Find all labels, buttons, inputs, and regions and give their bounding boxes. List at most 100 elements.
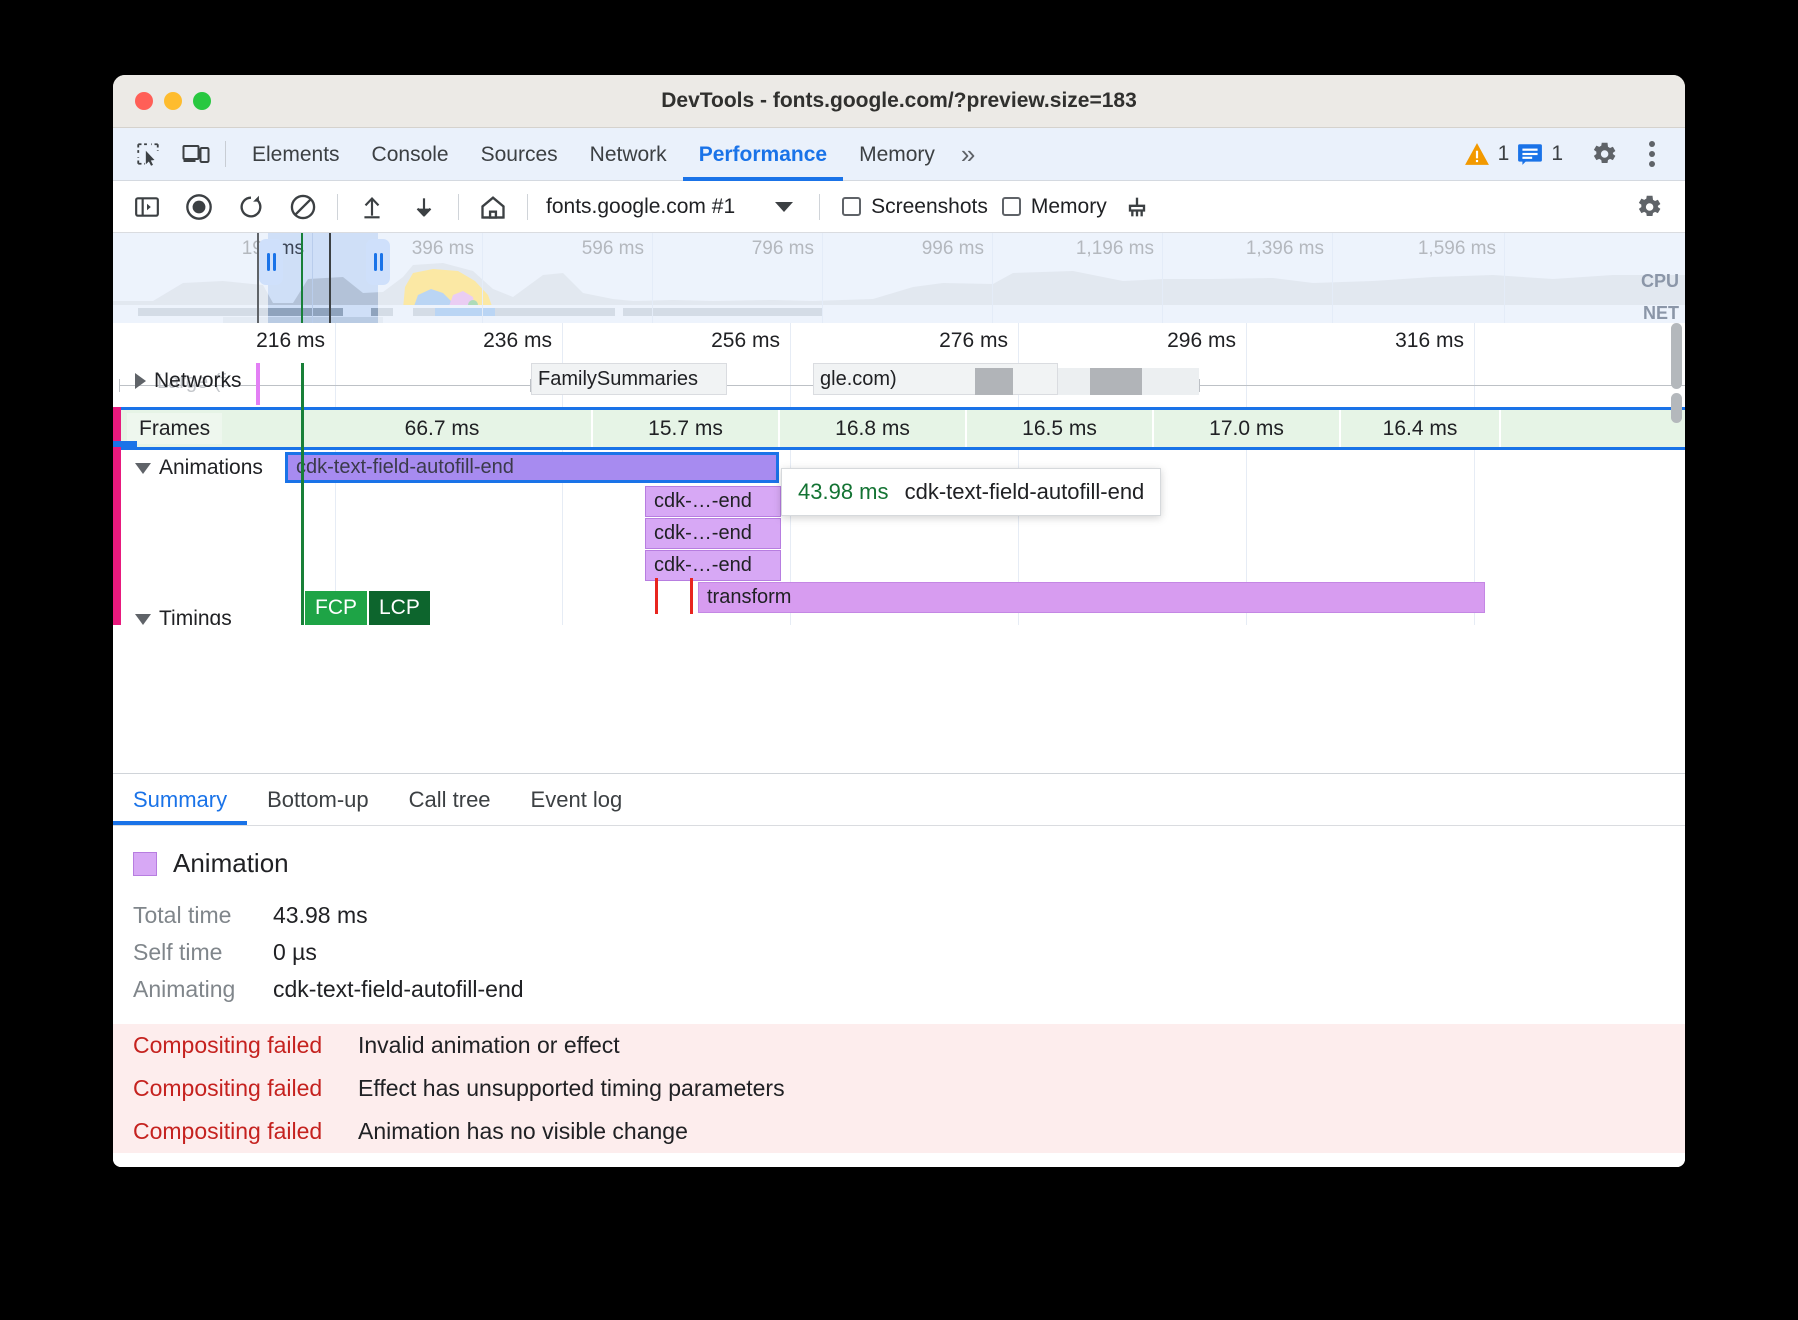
detail-key: Compositing failed	[133, 1075, 358, 1102]
toolbar-divider-4	[819, 194, 820, 220]
show-sidebar-icon[interactable]	[127, 187, 167, 227]
warning-counter[interactable]: 1	[1464, 142, 1510, 166]
flame-chart[interactable]: 216 ms 236 ms 256 ms 276 ms 296 ms 316 m…	[113, 323, 1685, 625]
inspect-element-icon[interactable]	[129, 135, 167, 173]
tooltip-event-name: cdk-text-field-autofill-end	[905, 479, 1145, 504]
track-label-network[interactable]: Large (f Networks	[135, 369, 242, 393]
capture-settings-gear-icon[interactable]	[1629, 187, 1669, 227]
detail-value: Effect has unsupported timing parameters	[358, 1075, 785, 1102]
memory-checkbox-box[interactable]	[1002, 197, 1021, 216]
track-label-animations[interactable]: Animations	[135, 456, 263, 480]
performance-toolbar: fonts.google.com #1 Screenshots Memory	[113, 181, 1685, 233]
track-network[interactable]: Large (f Networks FamilySummaries gle.co…	[113, 363, 1685, 405]
minimize-button[interactable]	[164, 92, 182, 110]
animation-bar[interactable]: cdk-…-end	[645, 550, 781, 581]
animation-bar-selected[interactable]: cdk-text-field-autofill-end	[285, 452, 779, 483]
detail-key: Self time	[133, 939, 259, 966]
frame-cell[interactable]: 16.5 ms	[967, 410, 1154, 447]
animation-bar[interactable]: cdk-…-end	[645, 518, 781, 549]
memory-checkbox[interactable]: Memory	[1002, 195, 1107, 219]
tab-performance[interactable]: Performance	[683, 128, 843, 181]
lcp-marker-badge[interactable]: LCP	[369, 591, 430, 625]
frame-cell[interactable]: 66.7 ms	[293, 410, 593, 447]
info-counter[interactable]: 1	[1517, 142, 1563, 166]
maximize-button[interactable]	[193, 92, 211, 110]
details-tab-event-log[interactable]: Event log	[511, 775, 643, 825]
frame-cell[interactable]: 16.8 ms	[780, 410, 967, 447]
fcp-marker-badge[interactable]: FCP	[305, 591, 367, 625]
transform-start-marker	[690, 578, 693, 614]
frame-cell[interactable]: 16.4 ms	[1341, 410, 1501, 447]
track-animations[interactable]: Animations cdk-text-field-autofill-end c…	[113, 447, 1685, 625]
detail-row-compositing-failed-3: Compositing failed Animation has no visi…	[113, 1110, 1685, 1153]
record-icon[interactable]	[179, 187, 219, 227]
track-label-timings[interactable]: Timings	[135, 607, 232, 625]
detail-row-total-time: Total time 43.98 ms	[113, 897, 1685, 934]
tab-network[interactable]: Network	[574, 128, 683, 181]
tab-elements[interactable]: Elements	[236, 128, 356, 181]
track-frames[interactable]: Frames 66.7 ms 15.7 ms 16.8 ms 16.5 ms 1…	[113, 407, 1685, 447]
event-type-title: Animation	[173, 848, 289, 879]
screenshots-checkbox-box[interactable]	[842, 197, 861, 216]
chevron-down-icon[interactable]	[775, 202, 793, 212]
gear-icon[interactable]	[1585, 135, 1623, 173]
network-marker-pink	[256, 363, 260, 405]
tab-sources[interactable]: Sources	[465, 128, 574, 181]
window-controls[interactable]	[135, 92, 211, 110]
animation-bar[interactable]: cdk-…-end	[645, 486, 781, 517]
toolbar-divider-3	[527, 194, 528, 220]
detail-key: Compositing failed	[133, 1118, 358, 1145]
network-bar-segment	[1142, 368, 1199, 395]
title-bar: DevTools - fonts.google.com/?preview.siz…	[113, 75, 1685, 128]
download-profile-icon[interactable]	[404, 187, 444, 227]
device-toolbar-icon[interactable]	[177, 135, 215, 173]
warning-icon	[1464, 142, 1490, 166]
details-pane: Summary Bottom-up Call tree Event log An…	[113, 773, 1685, 1167]
clear-icon[interactable]	[283, 187, 323, 227]
animation-bar-transform[interactable]: transform	[698, 582, 1485, 613]
warning-count: 1	[1498, 142, 1510, 166]
tab-memory[interactable]: Memory	[843, 128, 951, 181]
net-label: NET	[1643, 303, 1679, 323]
detail-row-compositing-failed-1: Compositing failed Invalid animation or …	[113, 1024, 1685, 1067]
more-tabs-icon[interactable]: »	[951, 139, 982, 170]
tab-console[interactable]: Console	[356, 128, 465, 181]
event-tooltip: 43.98 ms cdk-text-field-autofill-end	[781, 468, 1161, 516]
details-tab-call-tree[interactable]: Call tree	[389, 775, 511, 825]
track-label-frames[interactable]: Frames	[127, 413, 222, 444]
reload-and-record-icon[interactable]	[231, 187, 271, 227]
details-tab-summary[interactable]: Summary	[113, 775, 247, 825]
frame-cell[interactable]: 15.7 ms	[593, 410, 780, 447]
more-options-icon[interactable]	[1633, 135, 1671, 173]
collapse-triangle-icon-timings[interactable]	[135, 614, 151, 625]
collapse-triangle-icon[interactable]	[135, 463, 151, 474]
overview-window-handle-left[interactable]	[259, 239, 283, 285]
message-icon	[1517, 142, 1543, 166]
screenshots-checkbox[interactable]: Screenshots	[842, 195, 988, 219]
network-request-chip[interactable]: FamilySummaries	[531, 363, 727, 395]
close-button[interactable]	[135, 92, 153, 110]
toolbar-divider-1	[337, 194, 338, 220]
expand-triangle-icon[interactable]	[135, 373, 146, 389]
network-request-chip[interactable]: gle.com)	[813, 363, 1058, 395]
window-title: DevTools - fonts.google.com/?preview.siz…	[113, 89, 1685, 113]
flame-scrollbar-thumb-top[interactable]	[1671, 323, 1682, 389]
flame-time-ruler: 216 ms 236 ms 256 ms 276 ms 296 ms 316 m…	[113, 323, 1685, 363]
flame-scrollbar-thumb[interactable]	[1671, 393, 1682, 423]
detail-key: Total time	[133, 902, 259, 929]
overview-window-handle-right[interactable]	[366, 239, 390, 285]
frame-cell[interactable]: 17.0 ms	[1154, 410, 1341, 447]
network-bar-segment	[1058, 368, 1090, 395]
related-node-label: Related node	[113, 1153, 1685, 1167]
network-bar-segment	[975, 368, 1013, 395]
track-resize-handle[interactable]	[113, 441, 137, 447]
details-tab-bottom-up[interactable]: Bottom-up	[247, 775, 389, 825]
details-body: Animation Total time 43.98 ms Self time …	[113, 826, 1685, 1167]
timeline-overview[interactable]: 196 ms 396 ms 596 ms 796 ms 996 ms 1,196…	[113, 233, 1685, 323]
recording-selector-label[interactable]: fonts.google.com #1	[546, 195, 735, 219]
detail-value: 43.98 ms	[273, 902, 368, 929]
upload-profile-icon[interactable]	[352, 187, 392, 227]
home-icon[interactable]	[473, 187, 513, 227]
tabstrip-divider	[225, 141, 226, 167]
broom-icon[interactable]	[1117, 187, 1157, 227]
